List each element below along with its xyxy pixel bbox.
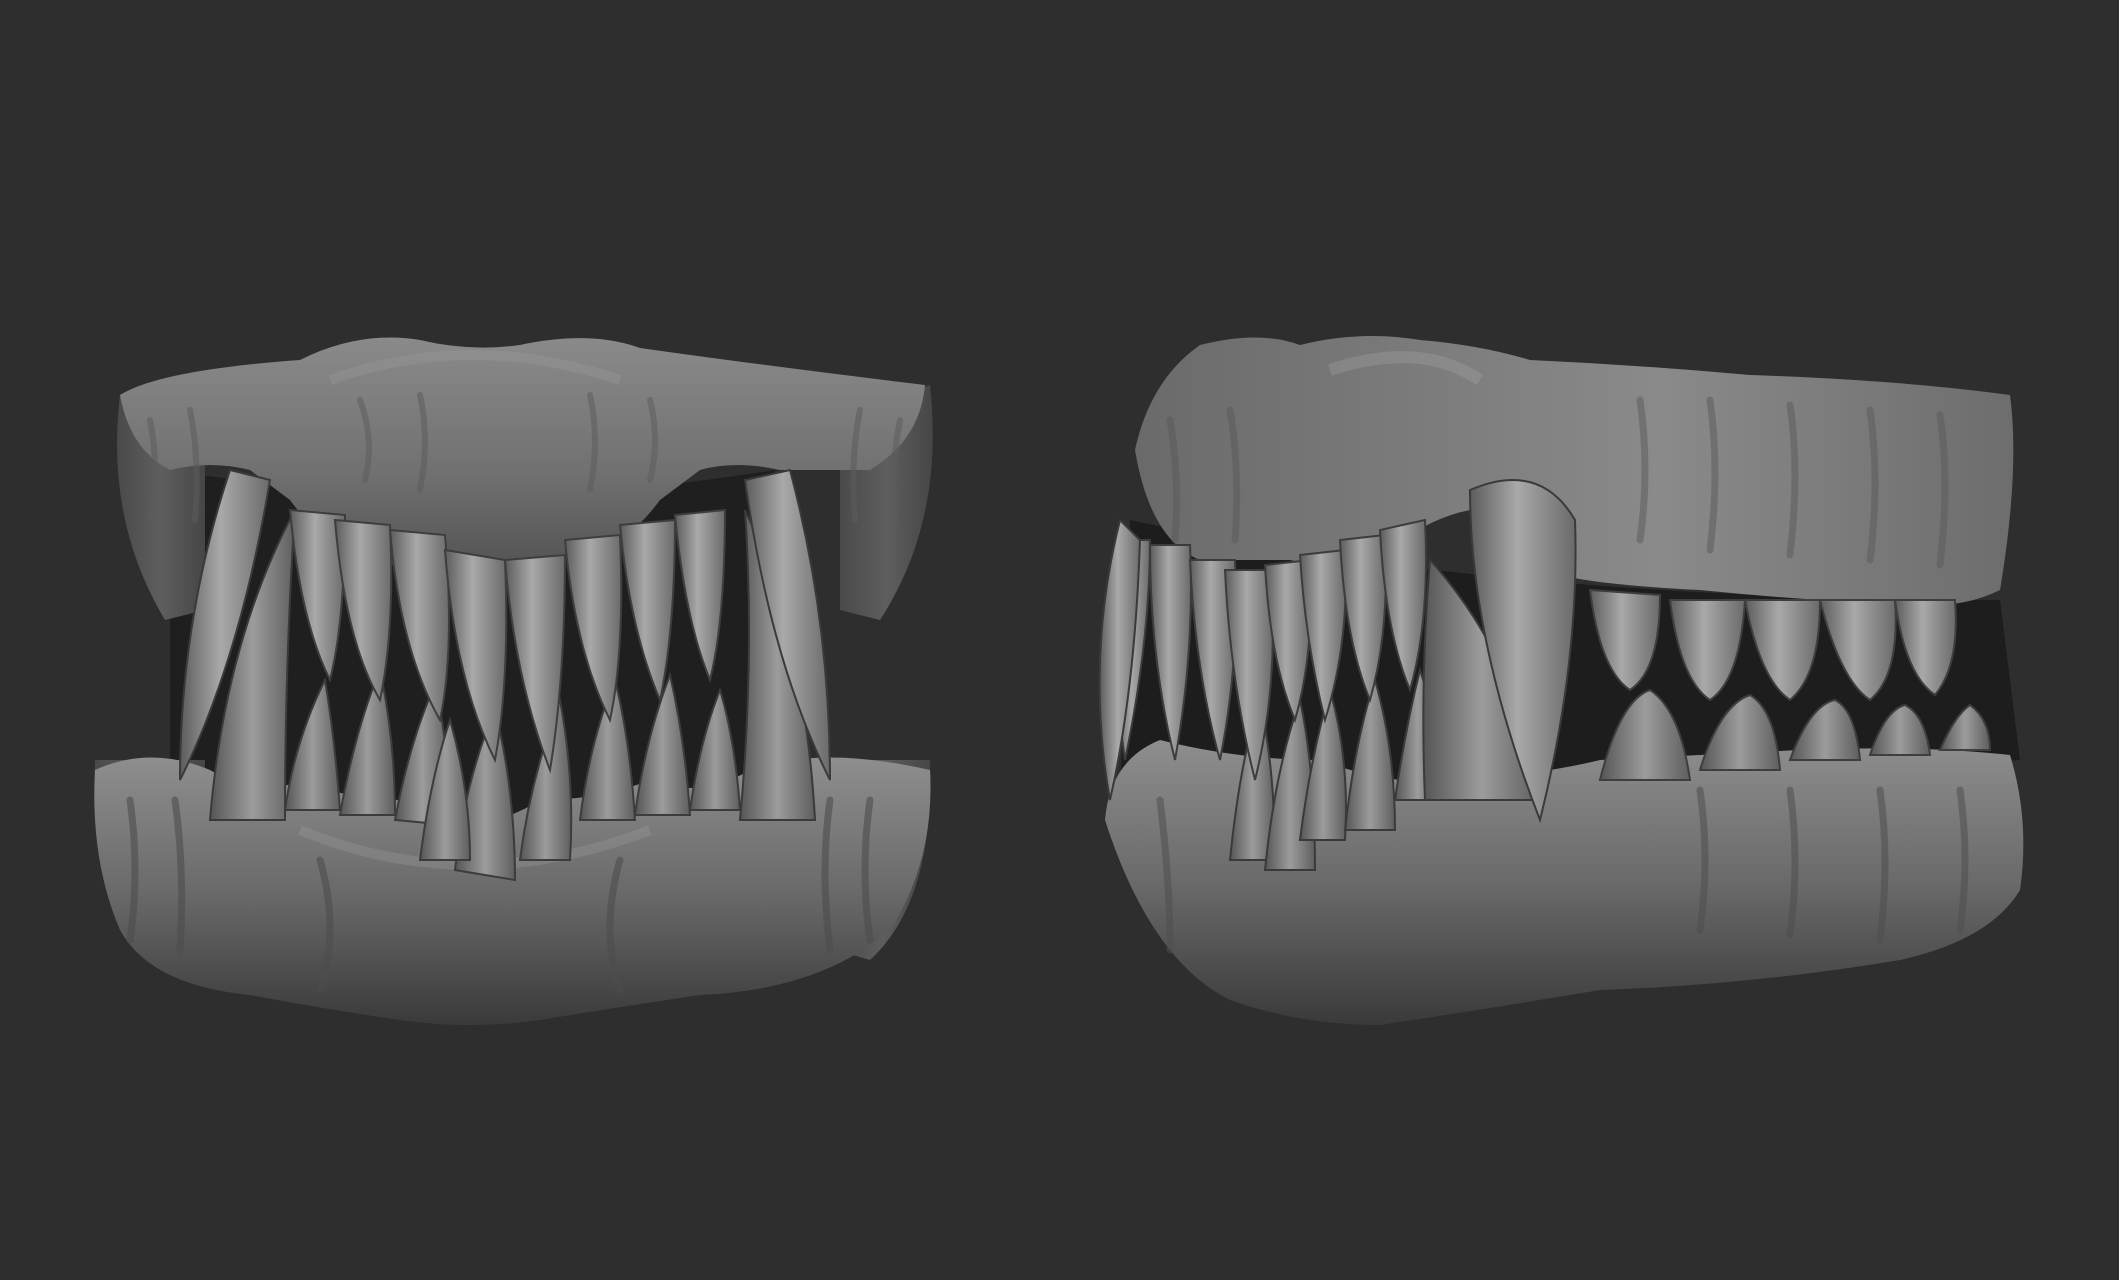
jaw-sculpt-front-view-icon (94, 337, 933, 1025)
jaw-sculpt-three-quarter-view-icon (1098, 336, 2024, 1025)
sculpt-render-viewport (0, 0, 2119, 1280)
